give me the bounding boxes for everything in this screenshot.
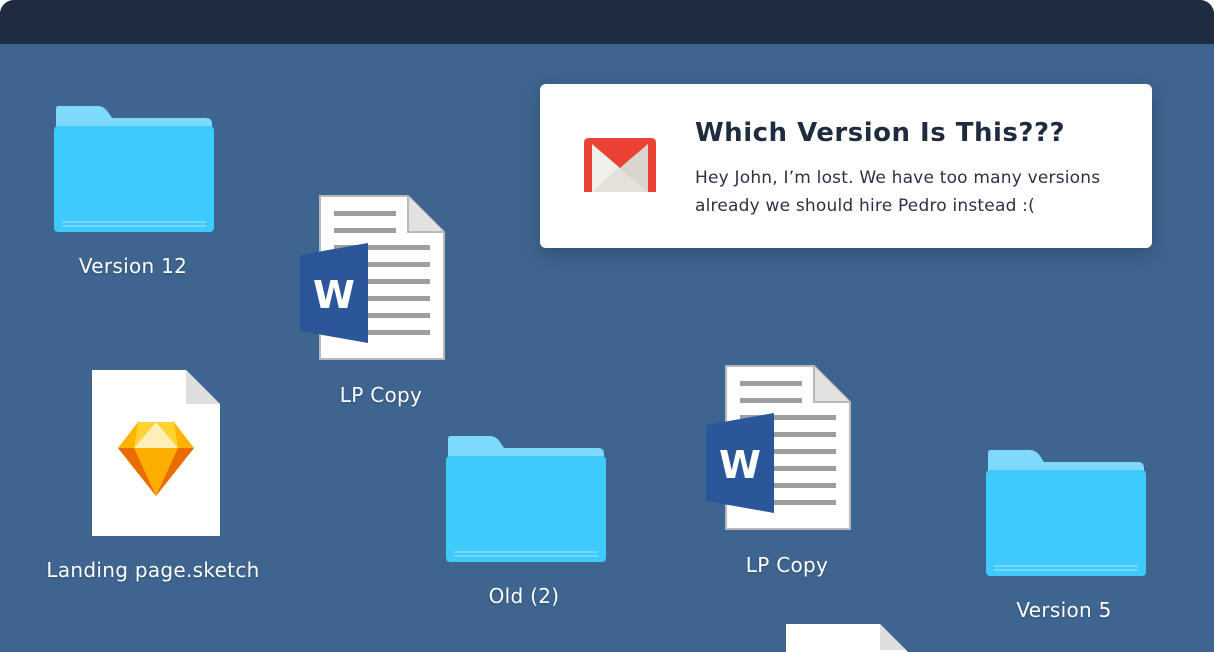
svg-text:W: W [313,273,355,317]
email-notification[interactable]: Which Version Is This??? Hey John, I’m l… [540,84,1152,248]
window-title-bar[interactable] [0,0,1214,44]
file-label-version-5[interactable]: Version 5 [1016,598,1111,622]
file-label-version-12[interactable]: Version 12 [79,254,187,278]
file-label-landing-page[interactable]: Landing page.sketch [46,558,259,582]
sketch-file-icon[interactable] [92,370,220,536]
notification-message: Hey John, I’m lost. We have too many ver… [695,168,1101,216]
word-document-icon[interactable]: W [706,365,852,531]
svg-text:W: W [719,443,761,487]
file-label-old-2[interactable]: Old (2) [489,584,560,608]
file-label-lp-copy[interactable]: LP Copy [340,383,422,407]
desktop-window: Version 12 W LP Copy Landing page.sketch… [0,0,1214,652]
folder-icon-version-12[interactable] [54,106,214,234]
folder-icon-old-2[interactable] [446,436,606,564]
folder-icon-version-5[interactable] [986,450,1146,578]
word-document-icon[interactable]: W [300,195,446,361]
notification-title: Which Version Is This??? [695,118,1066,148]
gmail-icon [584,138,656,192]
document-icon-partial[interactable] [786,624,914,652]
file-label-lp-copy-2[interactable]: LP Copy [746,553,828,577]
